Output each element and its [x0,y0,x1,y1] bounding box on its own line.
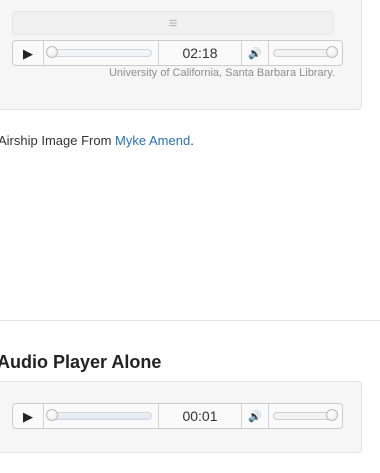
seek-thumb[interactable] [46,46,58,58]
volume-icon: 🔊 [248,410,262,423]
airship-credit-suffix: . [190,133,194,148]
volume-thumb[interactable] [326,46,338,58]
section-title: Audio Player Alone [0,352,162,372]
seek-track [49,412,152,420]
play-button[interactable]: ▶ [13,41,44,65]
volume-slider[interactable] [269,404,342,428]
time-display: 00:01 [159,404,242,428]
mute-button[interactable]: 🔊 [242,404,269,428]
time-display: 02:18 [159,41,242,65]
seek-bar[interactable] [44,404,159,428]
top-player-panel: ≡ ▶ 02:18 🔊 University of California, Sa… [0,0,362,110]
myke-amend-link[interactable]: Myke Amend [115,133,190,148]
seek-track [49,49,152,57]
volume-thumb[interactable] [326,409,338,421]
volume-slider[interactable] [269,41,342,65]
play-button[interactable]: ▶ [13,404,44,428]
mute-button[interactable]: 🔊 [242,41,269,65]
airship-credit-prefix: Airship Image From [0,133,116,148]
image-credit: University of California, Santa Barbara … [108,67,335,79]
drag-handle-bar[interactable]: ≡ [12,11,334,35]
drag-handle-icon: ≡ [168,14,178,32]
seek-bar[interactable] [44,41,159,65]
bottom-player-panel: ▶ 00:01 🔊 [0,381,362,453]
play-icon: ▶ [23,45,33,61]
bottom-audio-player: ▶ 00:01 🔊 [12,403,343,429]
volume-icon: 🔊 [248,47,262,60]
play-icon: ▶ [23,408,33,424]
top-audio-player: ▶ 02:18 🔊 [12,40,343,66]
seek-thumb[interactable] [46,409,58,421]
section-divider [0,320,380,321]
airship-credit-line: Airship Image From Myke Amend. [0,133,194,148]
